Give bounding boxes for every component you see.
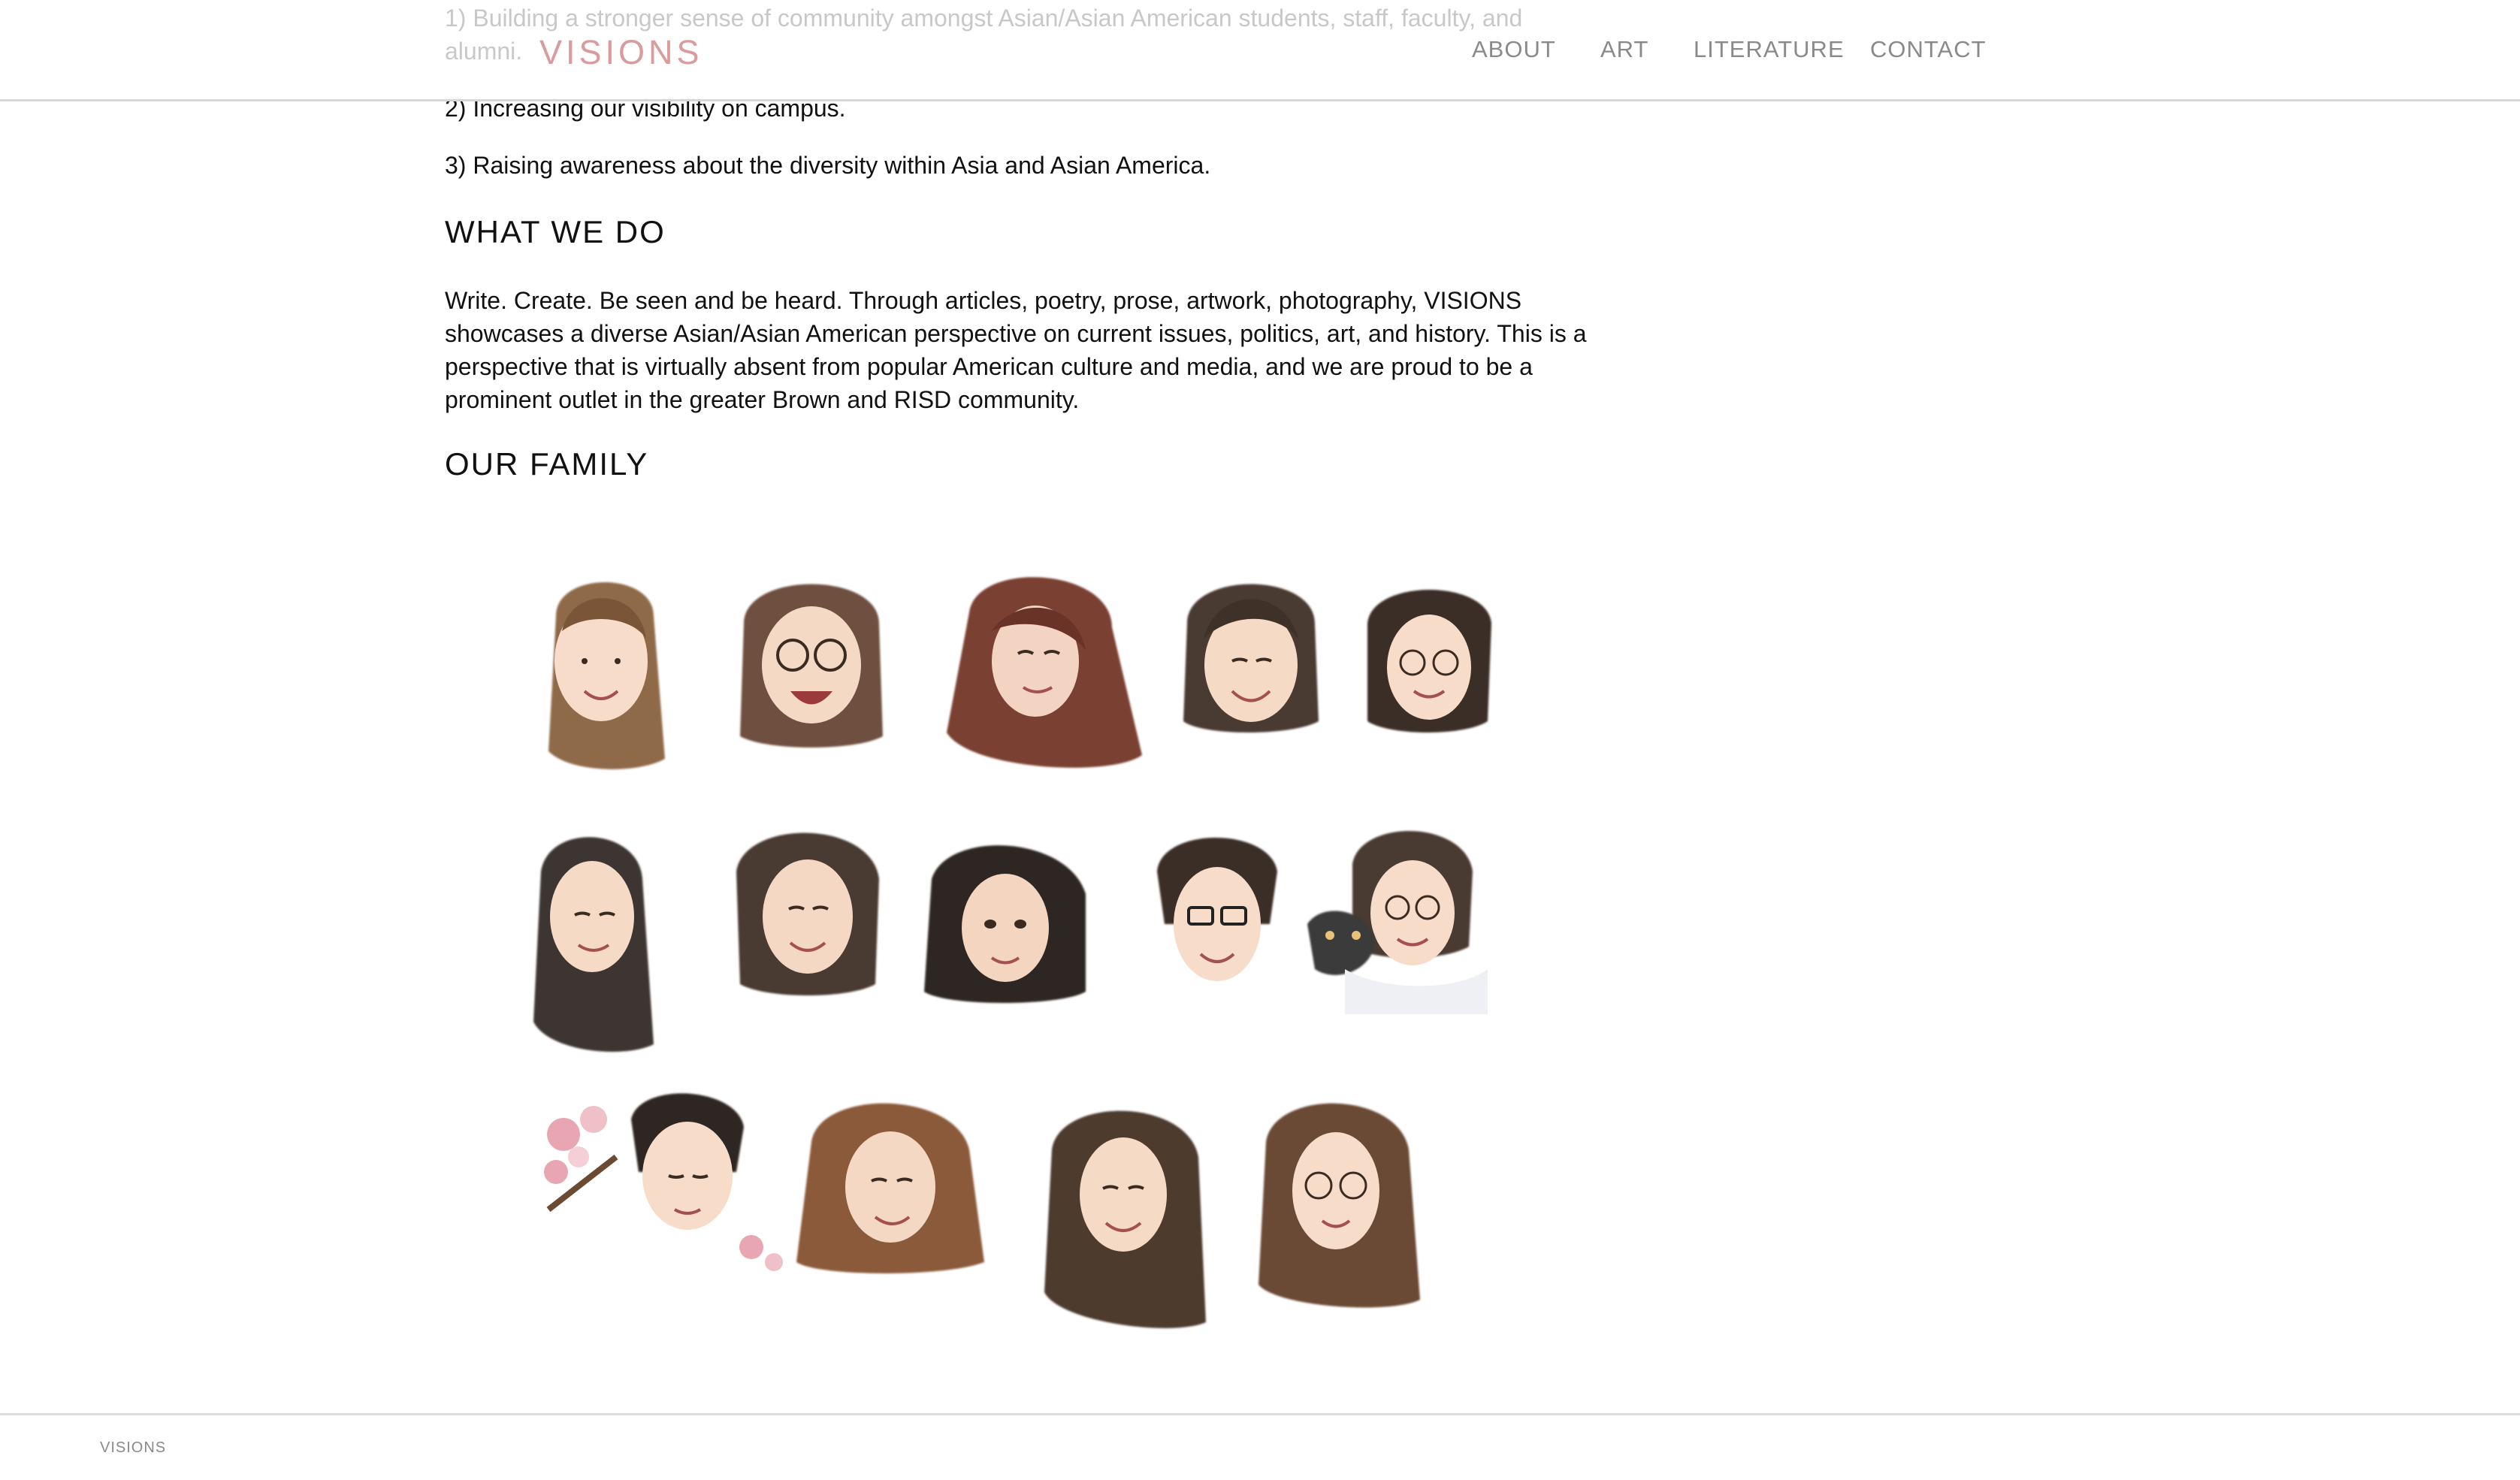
what-we-do-heading: WHAT WE DO — [445, 214, 666, 249]
portrait-7 — [736, 832, 879, 995]
portrait-2 — [740, 584, 883, 748]
nav-contact[interactable]: CONTACT — [1870, 36, 1987, 63]
footer-divider — [0, 1413, 2520, 1415]
faded-goal-1-line2: alumni. — [445, 38, 523, 65]
portrait-5 — [1367, 590, 1491, 732]
family-illustration — [466, 556, 1578, 1367]
portrait-13 — [1044, 1110, 1206, 1328]
portrait-1 — [548, 582, 665, 769]
portrait-9 — [1157, 838, 1277, 981]
nav-art[interactable]: ART — [1600, 36, 1648, 63]
portrait-11 — [544, 1093, 783, 1271]
portrait-3 — [947, 577, 1142, 768]
portrait-10 — [1307, 831, 1488, 1014]
goal-3-text: 3) Raising awareness about the diversity… — [445, 152, 1211, 179]
footer-brand[interactable]: VISIONS — [100, 1439, 166, 1457]
family-portraits-svg — [533, 577, 1491, 1328]
what-we-do-body: Write. Create. Be seen and be heard. Thr… — [445, 287, 1587, 413]
portrait-12 — [796, 1103, 984, 1273]
main-nav: ABOUT ART LITERATURE CONTACT — [0, 36, 2520, 69]
portrait-8 — [924, 845, 1086, 1003]
portrait-4 — [1183, 584, 1319, 732]
portrait-14 — [1258, 1103, 1420, 1308]
nav-literature[interactable]: LITERATURE — [1694, 36, 1845, 63]
portrait-6 — [533, 837, 654, 1052]
faded-goal-1-line1: 1) Building a stronger sense of communit… — [445, 5, 1523, 32]
nav-about[interactable]: ABOUT — [1472, 36, 1556, 63]
our-family-heading: OUR FAMILY — [445, 446, 649, 482]
